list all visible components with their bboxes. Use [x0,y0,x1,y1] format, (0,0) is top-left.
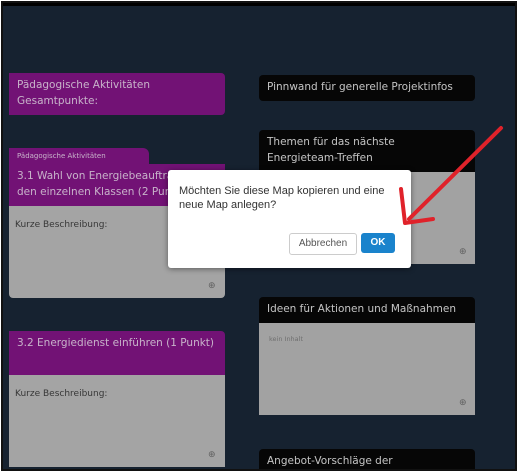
ok-button[interactable]: OK [361,233,395,253]
dialog-message: Möchten Sie diese Map kopieren und eine … [179,185,385,211]
cancel-button[interactable]: Abbrechen [289,233,357,255]
copy-map-dialog: Möchten Sie diese Map kopieren und eine … [168,170,411,268]
red-arrow-annotation [399,126,503,225]
map-canvas: Pädagogische Aktivitäten Gesamtpunkte: P… [1,1,517,471]
